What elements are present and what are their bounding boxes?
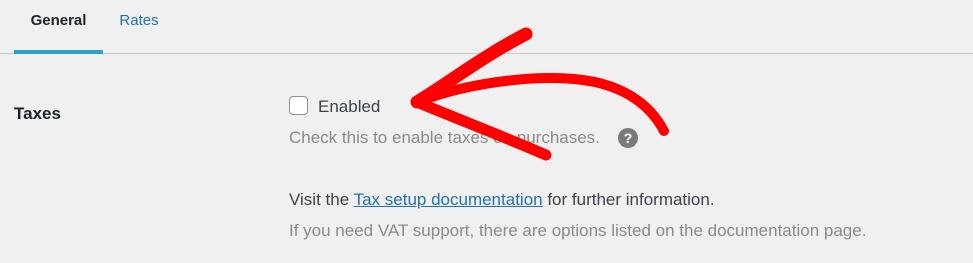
tax-setup-documentation-link[interactable]: Tax setup documentation xyxy=(354,190,543,209)
vat-support-note: If you need VAT support, there are optio… xyxy=(289,221,867,240)
visit-suffix: for further information. xyxy=(542,190,715,209)
help-icon[interactable]: ? xyxy=(618,128,638,148)
tab-bar: General Rates xyxy=(0,0,973,54)
visit-prefix: Visit the xyxy=(289,190,354,209)
taxes-help-text: Check this to enable taxes on purchases. xyxy=(289,128,600,147)
enable-taxes-checkbox-label[interactable]: Enabled xyxy=(318,97,380,117)
tab-rates[interactable]: Rates xyxy=(108,0,170,54)
taxes-label: Taxes xyxy=(14,104,61,123)
enable-taxes-checkbox[interactable] xyxy=(289,96,308,115)
tab-general[interactable]: General xyxy=(14,0,103,54)
arrow-shaft xyxy=(412,73,669,136)
documentation-note: Visit the Tax setup documentation for fu… xyxy=(289,190,715,210)
